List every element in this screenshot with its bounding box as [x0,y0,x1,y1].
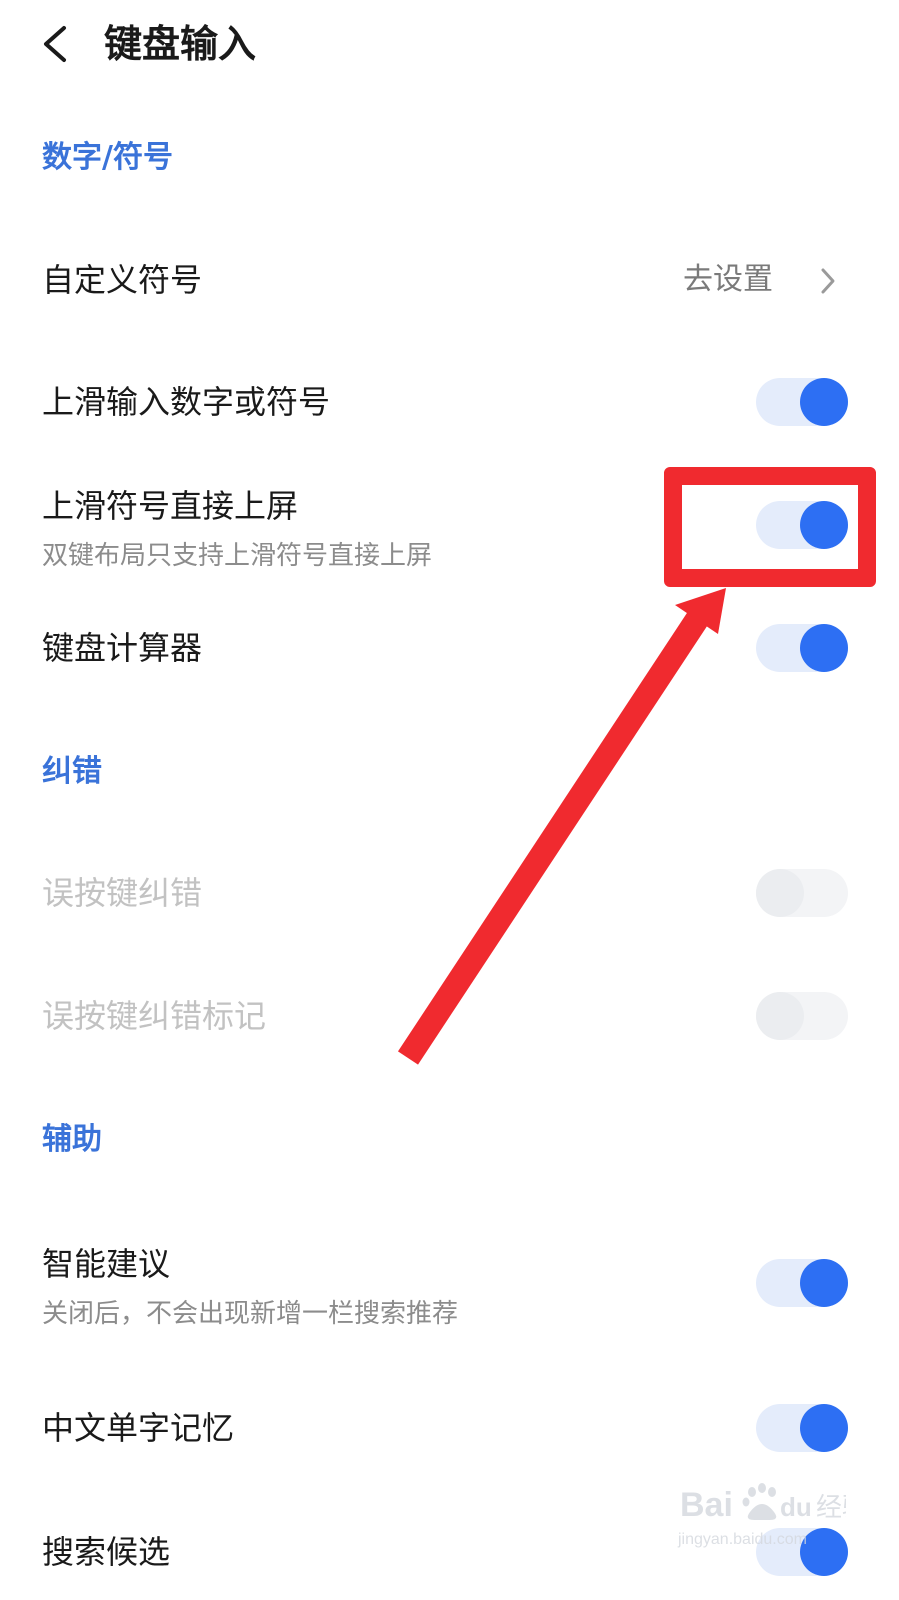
smart-suggest-description: 关闭后，不会出现新增一栏搜索推荐 [42,1299,459,1329]
swipe-input-toggle[interactable] [756,378,848,426]
toggle-knob [756,992,804,1040]
toggle-knob [800,1259,848,1307]
section-title-correction: 纠错 [42,754,102,789]
custom-symbol-action[interactable]: 去设置 [683,258,773,302]
swipe-input-label: 上滑输入数字或符号 [42,383,331,421]
back-button[interactable] [40,20,80,68]
char-memory-toggle[interactable] [756,1404,848,1452]
swipe-direct-description: 双键布局只支持上滑符号直接上屏 [42,541,433,571]
char-memory-label: 中文单字记忆 [42,1409,235,1447]
toggle-knob [756,869,804,917]
svg-text:Bai: Bai [680,1486,733,1524]
mistouch-mark-toggle[interactable] [756,992,848,1040]
calculator-label: 键盘计算器 [42,629,203,667]
mistouch-mark-label: 误按键纠错标记 [42,997,267,1035]
watermark: Bai du 经验 jingyan.baidu.com [676,1472,868,1562]
smart-suggest-toggle[interactable] [756,1259,848,1307]
chevron-right-icon[interactable] [819,266,837,296]
page-title: 键盘输入 [104,22,257,66]
chevron-left-icon [44,26,66,62]
mistouch-label: 误按键纠错 [42,874,203,912]
toggle-knob [800,1404,848,1452]
custom-symbol-label[interactable]: 自定义符号 [42,258,202,302]
section-title-assist: 辅助 [42,1122,102,1157]
highlight-box [664,467,876,587]
svg-text:jingyan.baidu.com: jingyan.baidu.com [677,1531,807,1548]
svg-text:经验: 经验 [816,1493,846,1523]
arrow-annotation-icon [397,588,726,1065]
mistouch-toggle[interactable] [756,869,848,917]
svg-text:du: du [780,1492,812,1522]
smart-suggest-label: 智能建议 [42,1245,171,1283]
toggle-knob [800,378,848,426]
toggle-knob [800,624,848,672]
calculator-toggle[interactable] [756,624,848,672]
search-candidates-label: 搜索候选 [42,1533,171,1571]
baidu-logo-icon: Bai du 经验 jingyan.baidu.com [677,1483,868,1548]
section-title-numbers: 数字/符号 [42,140,173,175]
swipe-direct-label: 上滑符号直接上屏 [42,487,299,525]
